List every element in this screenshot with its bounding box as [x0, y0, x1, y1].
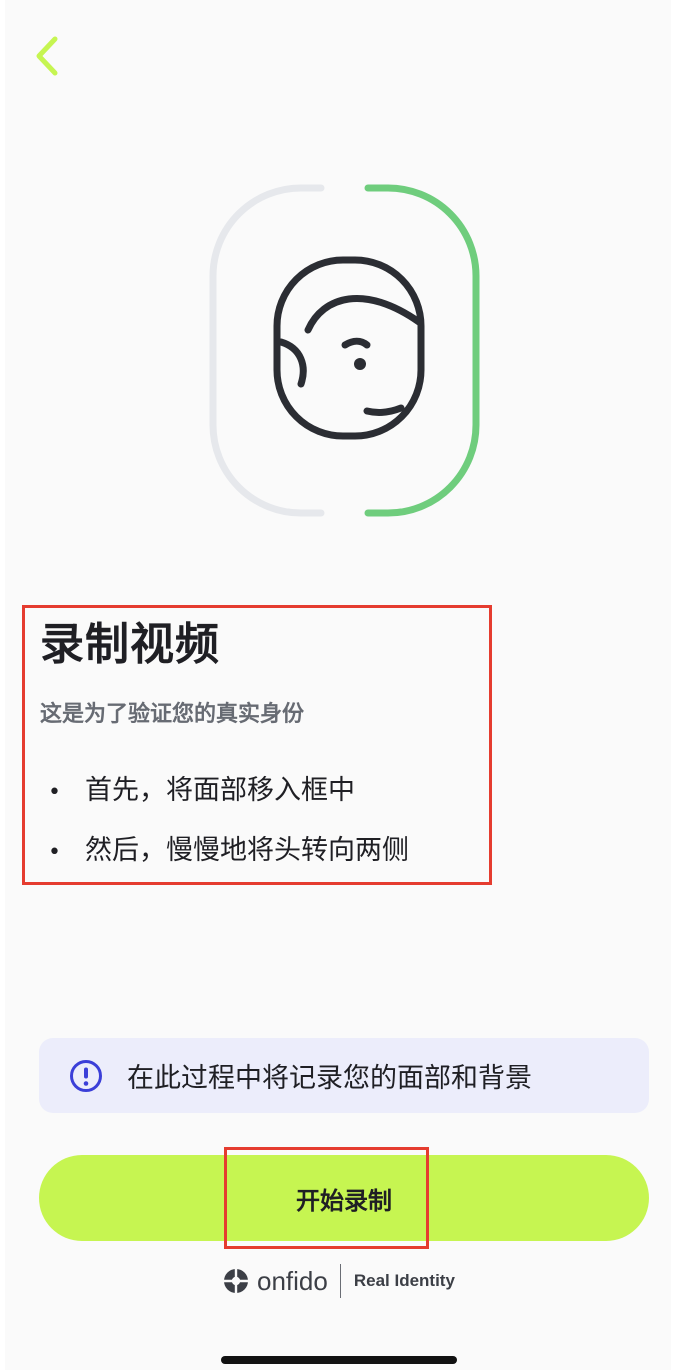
- chevron-left-icon: [36, 36, 58, 76]
- page-title: 录制视频: [40, 619, 220, 670]
- instruction-list: • 首先，将面部移入框中 • 然后，慢慢地将头转向两侧: [40, 768, 409, 888]
- start-recording-button[interactable]: 开始录制: [39, 1155, 649, 1241]
- bullet-marker: •: [48, 840, 61, 865]
- info-icon: [70, 1059, 102, 1092]
- app-screen: 在此过程中将记录您的面部和背景 开始录制 onfido Real Identit…: [5, 0, 671, 1370]
- instruction-text: 首先，将面部移入框中: [85, 775, 355, 806]
- bullet-marker: •: [48, 780, 61, 805]
- recording-notice: 在此过程中将记录您的面部和背景: [39, 1038, 649, 1113]
- instruction-item: • 然后，慢慢地将头转向两侧: [40, 828, 409, 888]
- face-frame-arc: [209, 184, 325, 517]
- instruction-text: 然后，慢慢地将头转向两侧: [85, 835, 409, 866]
- brand-tagline: Real Identity: [353, 1271, 455, 1290]
- brand-divider: [339, 1264, 341, 1298]
- face-eye: [354, 358, 366, 370]
- home-indicator[interactable]: [221, 1356, 457, 1364]
- page-subtitle: 这是为了验证您的真实身份: [40, 702, 305, 727]
- brand-name: onfido: [257, 1265, 328, 1296]
- face-scan-illustration: [209, 184, 480, 517]
- brand-footer: onfido Real Identity: [223, 1264, 455, 1298]
- instruction-item: • 首先，将面部移入框中: [40, 768, 409, 828]
- back-button[interactable]: [31, 32, 75, 80]
- notice-text: 在此过程中将记录您的面部和背景: [127, 1063, 532, 1094]
- face-icon: [273, 256, 425, 440]
- onfido-logo-icon: [224, 1269, 248, 1293]
